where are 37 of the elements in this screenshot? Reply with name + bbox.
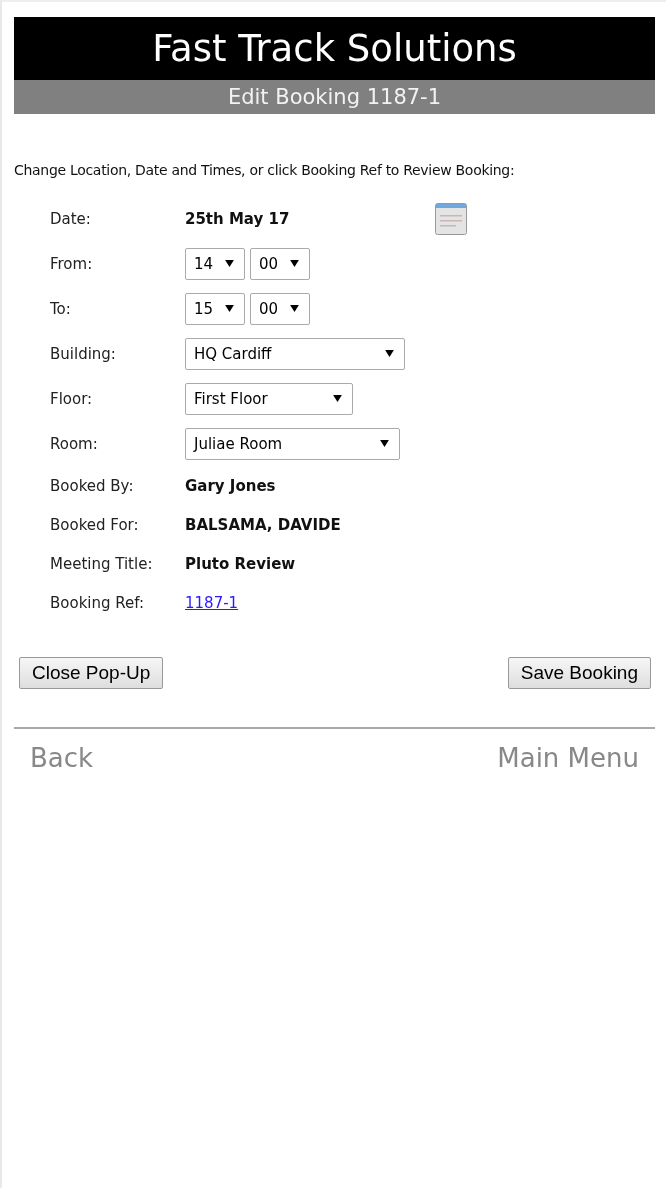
minute-select[interactable]: 00: [250, 247, 310, 280]
field-label: To:: [50, 299, 72, 318]
field-label: Room:: [50, 434, 99, 453]
caret-icon: [225, 305, 234, 312]
booking-ref-link[interactable]: 1187-1: [185, 593, 239, 612]
caret-icon: [290, 305, 299, 312]
field-value: Pluto Review: [185, 554, 297, 573]
dropdown-select[interactable]: HQ Cardiff: [185, 337, 405, 370]
field-label: Floor:: [50, 389, 94, 408]
caret-icon: [380, 440, 389, 447]
dropdown-select[interactable]: First Floor: [185, 382, 353, 415]
field-label: Meeting Title:: [50, 554, 154, 573]
instruction-text: Change Location, Date and Times, or click Booking Ref to Review Booking:: [14, 162, 516, 178]
field-value: BALSAMA, DAVIDE: [185, 515, 342, 534]
back-link[interactable]: Back: [30, 743, 94, 773]
minute-select[interactable]: 00: [250, 292, 310, 325]
date-value: 25th May 17: [185, 209, 291, 228]
field-value: Gary Jones: [185, 476, 277, 495]
calendar-icon[interactable]: [435, 202, 467, 235]
caret-icon: [385, 350, 394, 357]
hour-select[interactable]: 14: [185, 247, 245, 280]
hour-select[interactable]: 15: [185, 292, 245, 325]
field-label: Date:: [50, 209, 92, 228]
caret-icon: [333, 395, 342, 402]
field-label: From:: [50, 254, 94, 273]
main-menu-link[interactable]: Main Menu: [497, 743, 639, 773]
caret-icon: [225, 260, 234, 267]
app-title: Fast Track Solutions: [14, 17, 655, 80]
page-subtitle: Edit Booking 1187-1: [14, 80, 655, 114]
field-label: Booked For:: [50, 515, 140, 534]
save-booking-button[interactable]: Save Booking: [507, 657, 651, 689]
field-label: Booked By:: [50, 476, 135, 495]
field-label: Building:: [50, 344, 117, 363]
dropdown-select[interactable]: Juliae Room: [185, 427, 400, 460]
close-popup-button[interactable]: Close Pop-Up: [19, 657, 164, 689]
field-label: Booking Ref:: [50, 593, 146, 612]
caret-icon: [290, 260, 299, 267]
